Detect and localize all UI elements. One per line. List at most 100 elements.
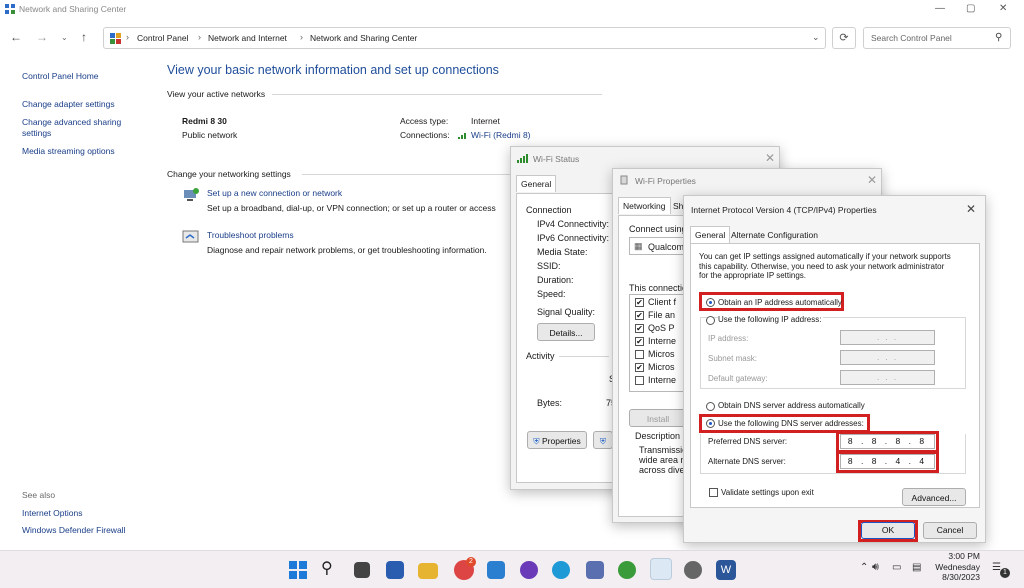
breadcrumb-network-sharing[interactable]: Network and Sharing Center <box>310 33 417 43</box>
checkbox[interactable]: ✔ <box>635 363 644 372</box>
alternate-dns-field[interactable]: 8 . 8 . 4 . 4 <box>840 454 935 469</box>
shield-icon[interactable]: ⛨ <box>593 431 613 449</box>
windows-start-icon[interactable] <box>288 560 308 580</box>
see-also-internet-options[interactable]: Internet Options <box>22 508 82 518</box>
troubleshoot-link[interactable]: Troubleshoot problems <box>207 230 294 240</box>
validate-label[interactable]: Validate settings upon exit <box>721 488 814 497</box>
close-icon[interactable]: ✕ <box>867 173 877 187</box>
search-icon[interactable]: ⚲ <box>321 558 333 578</box>
tab-general[interactable]: General <box>690 226 731 243</box>
maximize-icon[interactable]: ▢ <box>966 3 975 14</box>
task-view-icon[interactable] <box>354 562 370 578</box>
app-icon[interactable] <box>586 561 604 579</box>
breadcrumb-control-panel[interactable]: Control Panel <box>137 33 189 43</box>
ip-address-field[interactable]: . . . <box>840 330 935 345</box>
list-item-label: Micros <box>648 362 675 372</box>
active-networks-label: View your active networks <box>167 89 266 99</box>
preferred-dns-field[interactable]: 8 . 8 . 8 . 8 <box>840 434 935 449</box>
use-following-dns-label[interactable]: Use the following DNS server addresses: <box>718 419 864 428</box>
checkbox[interactable] <box>635 376 644 385</box>
forward-icon[interactable]: → <box>36 30 48 44</box>
setup-connection-link[interactable]: Set up a new connection or network <box>207 188 342 198</box>
settings-icon[interactable] <box>684 561 702 579</box>
intro-line: You can get IP settings assigned automat… <box>699 252 951 261</box>
advanced-button[interactable]: Advanced... <box>902 488 966 506</box>
sidebar-item-adapter[interactable]: Change adapter settings <box>22 99 115 109</box>
tab-networking[interactable]: Networking <box>618 197 671 214</box>
tab-alternate-configuration[interactable]: Alternate Configuration <box>731 230 818 240</box>
sidebar-item-home[interactable]: Control Panel Home <box>22 71 99 81</box>
properties-button-label: Properties <box>542 436 581 446</box>
subnet-mask-field[interactable]: . . . <box>840 350 935 365</box>
default-gateway-label: Default gateway: <box>708 374 768 383</box>
up-icon[interactable]: ↑ <box>81 30 87 44</box>
use-following-dns-radio[interactable] <box>706 419 715 428</box>
search-input[interactable]: Search Control Panel ⚲ <box>863 27 1011 49</box>
cancel-button[interactable]: Cancel <box>923 522 977 539</box>
checkbox[interactable] <box>635 350 644 359</box>
control-panel-icon[interactable] <box>650 558 672 580</box>
widgets-icon[interactable] <box>386 561 404 579</box>
see-also-firewall[interactable]: Windows Defender Firewall <box>22 525 125 535</box>
intro-text: You can get IP settings assigned automat… <box>699 252 951 281</box>
tab-general[interactable]: General <box>516 175 557 192</box>
ok-button[interactable]: OK <box>861 522 915 539</box>
use-following-ip-label[interactable]: Use the following IP address: <box>718 315 824 324</box>
edge-icon[interactable] <box>552 561 570 579</box>
word-icon[interactable]: W <box>716 560 736 580</box>
use-following-ip-radio[interactable] <box>706 316 715 325</box>
checkbox[interactable]: ✔ <box>635 298 644 307</box>
window-title: Network and Sharing Center <box>19 4 127 14</box>
obtain-dns-auto-radio[interactable] <box>706 402 715 411</box>
file-explorer-icon[interactable] <box>418 563 438 579</box>
breadcrumb-network-internet[interactable]: Network and Internet <box>208 33 287 43</box>
duration-label: Duration: <box>537 275 574 285</box>
connection-link[interactable]: Wi-Fi (Redmi 8) <box>471 130 531 140</box>
close-icon[interactable]: ✕ <box>765 151 775 165</box>
properties-button[interactable]: ⛨ Properties <box>527 431 587 449</box>
obtain-ip-auto-label[interactable]: Obtain an IP address automatically <box>718 298 842 307</box>
refresh-button[interactable]: ⟳ <box>832 27 856 49</box>
ipv4-connectivity-label: IPv4 Connectivity: <box>537 219 610 229</box>
details-button[interactable]: Details... <box>537 323 595 341</box>
divider <box>302 174 512 175</box>
address-dropdown-icon[interactable]: ⌄ <box>812 32 820 43</box>
tab-sharing[interactable]: Sh <box>673 201 683 211</box>
sidebar-item-advanced-sharing-cont[interactable]: settings <box>22 128 51 138</box>
checkbox[interactable]: ✔ <box>635 324 644 333</box>
description-label: Description <box>635 431 681 441</box>
checkbox[interactable]: ✔ <box>635 311 644 320</box>
network-center-icon <box>5 4 15 14</box>
search-icon[interactable]: ⚲ <box>995 32 1002 43</box>
wifi-signal-icon <box>517 154 528 163</box>
intro-line: for the appropriate IP settings. <box>699 271 807 280</box>
chevron-up-icon[interactable]: ⌃ <box>860 562 868 573</box>
validate-checkbox[interactable] <box>709 488 718 497</box>
control-panel-icon <box>110 33 121 44</box>
ipv4-properties-dialog: Internet Protocol Version 4 (TCP/IPv4) P… <box>683 195 986 543</box>
recent-chevron-icon[interactable]: ⌄ <box>61 33 68 42</box>
sidebar-item-media-streaming[interactable]: Media streaming options <box>22 146 115 156</box>
close-icon[interactable]: ✕ <box>999 3 1007 14</box>
close-icon[interactable]: ✕ <box>966 202 976 216</box>
ime-icon[interactable]: ▭ <box>892 562 901 573</box>
checkbox[interactable]: ✔ <box>635 337 644 346</box>
sidebar-item-advanced-sharing[interactable]: Change advanced sharing <box>22 117 121 127</box>
obtain-ip-auto-radio[interactable] <box>706 298 715 307</box>
ip-address-label: IP address: <box>708 334 749 343</box>
minimize-icon[interactable]: — <box>935 3 945 14</box>
default-gateway-field[interactable]: . . . <box>840 370 935 385</box>
back-icon[interactable]: ← <box>10 30 22 44</box>
network-icon[interactable]: ▤ <box>912 562 921 573</box>
clock[interactable]: 3:00 PM Wednesday 8/30/2023 <box>930 551 980 583</box>
speaker-icon[interactable]: 🔊︎ <box>872 561 879 574</box>
divider <box>272 94 602 95</box>
chrome-icon[interactable] <box>618 561 636 579</box>
store-icon[interactable] <box>487 561 505 579</box>
list-item-label: QoS P <box>648 323 675 333</box>
app-icon[interactable] <box>520 561 538 579</box>
address-bar[interactable]: › Control Panel › Network and Internet ›… <box>103 27 826 49</box>
install-button[interactable]: Install <box>629 409 687 427</box>
obtain-dns-auto-label[interactable]: Obtain DNS server address automatically <box>718 401 865 410</box>
media-state-label: Media State: <box>537 247 588 257</box>
